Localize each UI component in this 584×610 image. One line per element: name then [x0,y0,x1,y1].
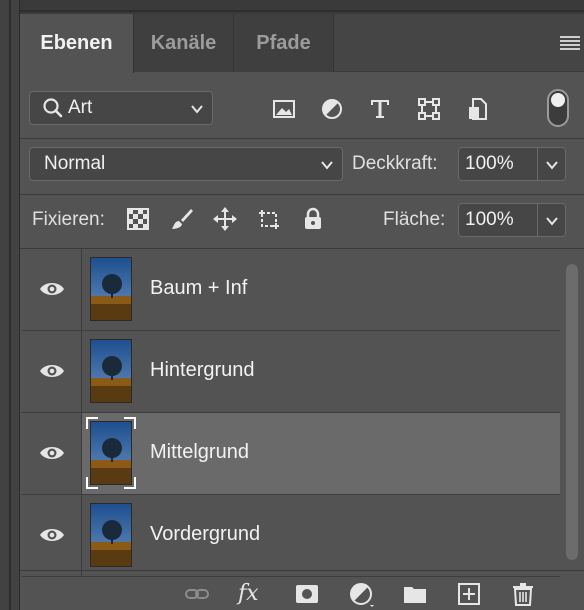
layer-list: Baum + Inf Hintergrund Mittelgrund Vorde… [22,249,560,577]
layer-name[interactable]: Mittelgrund [150,441,249,464]
divider [20,570,584,571]
opacity-label: Deckkraft: [352,153,438,174]
smart-object-filter-icon[interactable] [466,97,490,121]
image-filter-icon[interactable] [272,97,296,121]
link-layers-icon[interactable] [184,581,210,607]
eye-icon[interactable] [38,357,66,385]
filter-toggle[interactable] [547,89,569,127]
chevron-down-icon [546,161,558,170]
delete-layer-icon[interactable] [510,581,536,607]
layer-row-selected[interactable]: Mittelgrund [22,413,560,495]
layer-row[interactable]: Hintergrund [22,331,560,413]
lock-position-icon[interactable] [213,207,237,231]
shape-filter-icon[interactable] [417,97,441,121]
selection-corner [86,477,98,489]
filter-kind-label: Art [68,97,93,118]
type-filter-icon[interactable] [368,97,392,121]
opacity-dropdown-button[interactable] [538,147,566,181]
layer-list-scrollbar[interactable] [566,264,578,560]
tab-pfade[interactable]: Pfade [234,14,334,72]
visibility-cell[interactable] [22,331,82,412]
chevron-down-icon [191,105,203,114]
eye-icon[interactable] [38,521,66,549]
fill-input[interactable]: 100% [458,203,538,237]
filter-kind-select[interactable]: Art [29,91,213,125]
layer-thumbnail [90,257,132,321]
visibility-cell[interactable] [22,495,82,576]
new-group-icon[interactable] [402,581,428,607]
lock-artboard-icon[interactable] [257,207,281,231]
selection-corner [124,417,136,429]
selection-corner [124,477,136,489]
fx-icon[interactable]: fx [238,581,264,607]
panel-tab-bar: Ebenen Kanäle Pfade [20,14,584,73]
fill-label: Fläche: [383,209,446,230]
divider [20,138,584,139]
new-layer-icon[interactable] [456,581,482,607]
panel-menu-icon[interactable] [560,36,580,50]
selection-corner [86,417,98,429]
fill-dropdown-button[interactable] [538,203,566,237]
layer-name[interactable]: Vordergrund [150,523,260,546]
eye-icon[interactable] [38,439,66,467]
layers-panel: Ebenen Kanäle Pfade Art Normal Deckkraft… [20,14,584,610]
lock-image-pixels-icon[interactable] [170,207,194,231]
layer-name[interactable]: Baum + Inf [150,277,247,300]
opacity-input[interactable]: 100% [458,147,538,181]
tab-ebenen[interactable]: Ebenen [20,14,134,73]
visibility-cell[interactable] [22,413,82,494]
new-adjustment-layer-icon[interactable] [348,581,374,607]
layer-thumbnail [90,339,132,403]
search-icon [43,98,63,118]
blend-mode-select[interactable]: Normal [29,147,343,181]
lock-label: Fixieren: [32,209,105,230]
add-mask-icon[interactable] [294,581,320,607]
lock-transparent-pixels-icon[interactable] [126,207,150,231]
blend-mode-value: Normal [44,153,106,174]
chevron-down-icon [546,217,558,226]
scrollbar-thumb[interactable] [566,264,578,560]
divider [20,194,584,195]
chevron-down-icon [321,161,333,170]
panel-top-divider [20,0,584,12]
eye-icon[interactable] [38,275,66,303]
left-dock-edge [0,0,20,610]
layer-row[interactable]: Vordergrund [22,495,560,577]
layer-row[interactable]: Baum + Inf [22,249,560,331]
visibility-cell[interactable] [22,249,82,330]
adjustment-filter-icon[interactable] [320,97,344,121]
tab-kanaele[interactable]: Kanäle [134,14,234,72]
layer-thumbnail [90,421,132,485]
layer-name[interactable]: Hintergrund [150,359,255,382]
lock-all-icon[interactable] [301,207,325,231]
layer-thumbnail [90,503,132,567]
